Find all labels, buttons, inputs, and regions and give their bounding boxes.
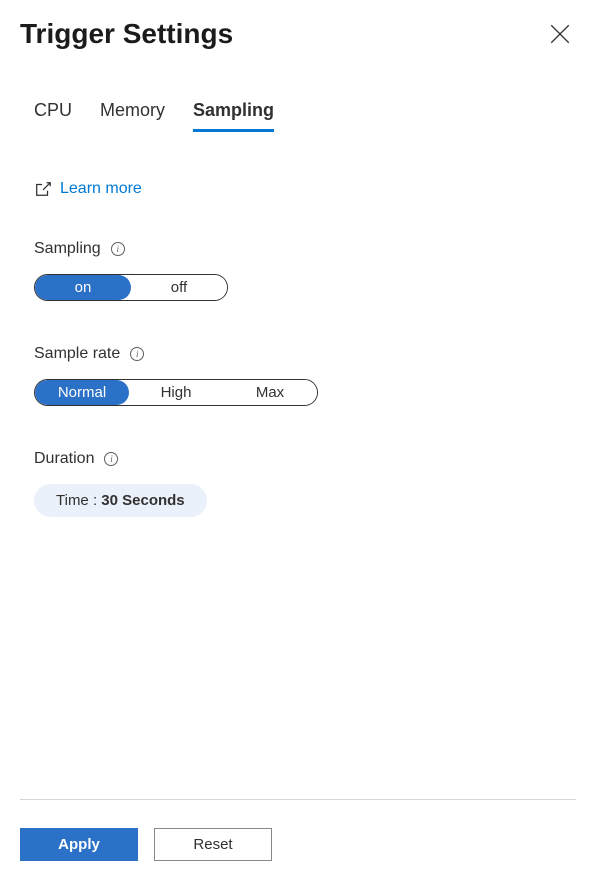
duration-label: Duration xyxy=(34,450,94,468)
sampling-toggle: on off xyxy=(34,274,228,301)
duration-prefix: Time : xyxy=(56,492,101,509)
apply-button[interactable]: Apply xyxy=(20,828,138,861)
reset-button[interactable]: Reset xyxy=(154,828,272,861)
info-icon[interactable]: i xyxy=(130,347,144,361)
sample-rate-max-option[interactable]: Max xyxy=(223,380,317,405)
sample-rate-selector: Normal High Max xyxy=(34,379,318,406)
panel-header: Trigger Settings xyxy=(20,18,576,50)
content-area: Learn more Sampling i on off Sample rate… xyxy=(20,180,576,517)
close-icon xyxy=(550,24,570,44)
info-icon[interactable]: i xyxy=(104,452,118,466)
sample-rate-high-option[interactable]: High xyxy=(129,380,223,405)
duration-value: 30 Seconds xyxy=(101,492,184,509)
learn-more-link[interactable]: Learn more xyxy=(60,180,142,198)
close-button[interactable] xyxy=(550,24,570,44)
sampling-label: Sampling xyxy=(34,240,101,258)
info-icon[interactable]: i xyxy=(111,242,125,256)
sampling-field: Sampling i on off xyxy=(34,240,576,301)
page-title: Trigger Settings xyxy=(20,18,233,50)
tab-cpu[interactable]: CPU xyxy=(34,100,72,132)
tab-list: CPU Memory Sampling xyxy=(20,100,576,132)
tab-sampling[interactable]: Sampling xyxy=(193,100,274,132)
sample-rate-label-row: Sample rate i xyxy=(34,345,576,363)
sampling-label-row: Sampling i xyxy=(34,240,576,258)
learn-more-row: Learn more xyxy=(34,180,576,198)
footer-divider xyxy=(20,799,576,800)
tab-memory[interactable]: Memory xyxy=(100,100,165,132)
footer: Apply Reset xyxy=(20,799,576,861)
sample-rate-label: Sample rate xyxy=(34,345,120,363)
sampling-on-option[interactable]: on xyxy=(35,275,131,300)
external-link-icon xyxy=(34,180,52,198)
sample-rate-normal-option[interactable]: Normal xyxy=(35,380,129,405)
sample-rate-field: Sample rate i Normal High Max xyxy=(34,345,576,406)
duration-field: Duration i Time : 30 Seconds xyxy=(34,450,576,517)
footer-buttons: Apply Reset xyxy=(20,828,576,861)
sampling-off-option[interactable]: off xyxy=(131,275,227,300)
duration-label-row: Duration i xyxy=(34,450,576,468)
duration-pill[interactable]: Time : 30 Seconds xyxy=(34,484,207,517)
